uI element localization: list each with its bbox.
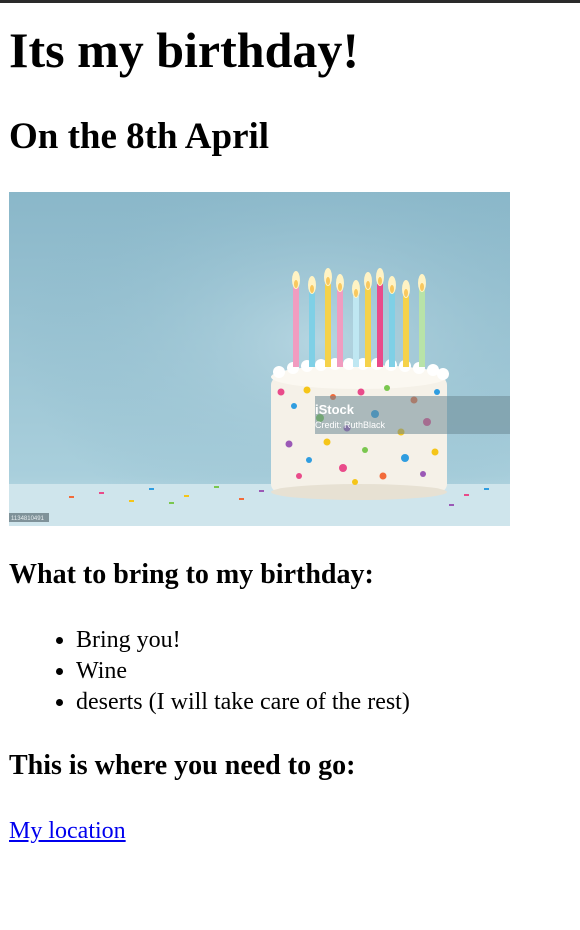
cake-illustration: iStock Credit: RuthBlack 1134810491 (9, 192, 510, 526)
list-item: deserts (I will take care of the rest) (76, 687, 410, 718)
location-link[interactable]: My location (9, 816, 126, 847)
watermark-brand: iStock (315, 402, 355, 417)
bring-heading: What to bring to my birthday: (9, 559, 374, 590)
watermark-credit: Credit: RuthBlack (315, 420, 386, 430)
page-subtitle: On the 8th April (9, 116, 270, 157)
birthday-cake-image: iStock Credit: RuthBlack 1134810491 (9, 192, 510, 526)
stock-id: 1134810491 (11, 516, 45, 522)
page-title: Its my birthday! (9, 22, 360, 78)
list-item: Wine (76, 656, 410, 687)
bring-list: Bring you! Wine deserts (I will take car… (9, 625, 410, 718)
list-item: Bring you! (76, 625, 410, 656)
location-heading: This is where you need to go: (9, 750, 356, 781)
